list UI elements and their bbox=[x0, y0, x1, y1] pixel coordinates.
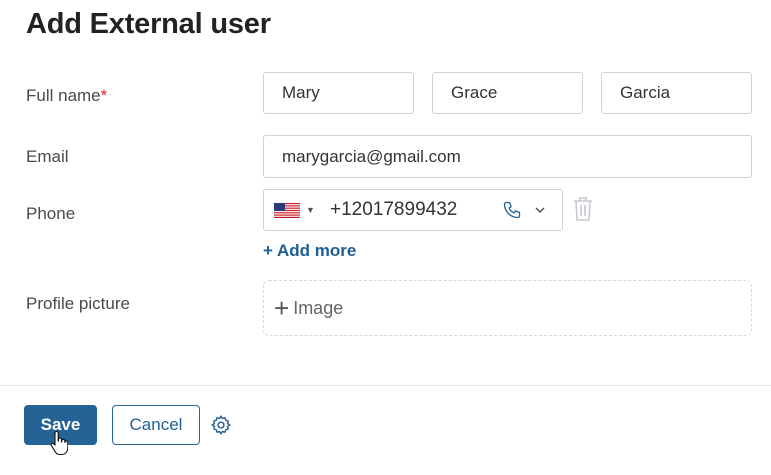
add-more-phone-link[interactable]: + Add more bbox=[263, 241, 356, 261]
phone-label: Phone bbox=[26, 204, 76, 223]
phone-field: ▼ +12017899432 bbox=[263, 189, 563, 231]
chevron-down-icon bbox=[535, 207, 545, 214]
last-name-input[interactable]: Garcia bbox=[601, 72, 752, 114]
phone-input[interactable]: +12017899432 bbox=[330, 190, 457, 230]
required-mark: * bbox=[100, 86, 108, 105]
add-image-label: Image bbox=[293, 297, 344, 318]
phone-type-dropdown[interactable] bbox=[502, 190, 552, 230]
email-field[interactable]: marygarcia@gmail.com bbox=[263, 135, 752, 178]
cancel-button[interactable]: Cancel bbox=[112, 405, 200, 445]
plus-icon: + bbox=[274, 293, 290, 323]
footer-divider bbox=[0, 385, 771, 386]
profile-picture-label: Profile picture bbox=[26, 294, 130, 313]
trash-icon[interactable] bbox=[572, 196, 594, 222]
email-label: Email bbox=[26, 147, 69, 166]
us-flag-icon bbox=[274, 202, 300, 218]
page-title: Add External user bbox=[26, 8, 271, 40]
full-name-label: Full name* bbox=[26, 86, 107, 106]
country-code-dropdown[interactable]: ▼ bbox=[264, 190, 320, 230]
middle-name-input[interactable]: Grace bbox=[432, 72, 583, 114]
hand-cursor-icon bbox=[50, 430, 68, 456]
gear-icon[interactable] bbox=[210, 414, 232, 436]
first-name-input[interactable]: Mary bbox=[263, 72, 414, 114]
phone-icon bbox=[503, 201, 521, 219]
caret-down-icon: ▼ bbox=[306, 205, 315, 215]
add-image-dropzone[interactable]: + Image bbox=[263, 280, 752, 336]
full-name-label-text: Full name bbox=[26, 86, 101, 105]
